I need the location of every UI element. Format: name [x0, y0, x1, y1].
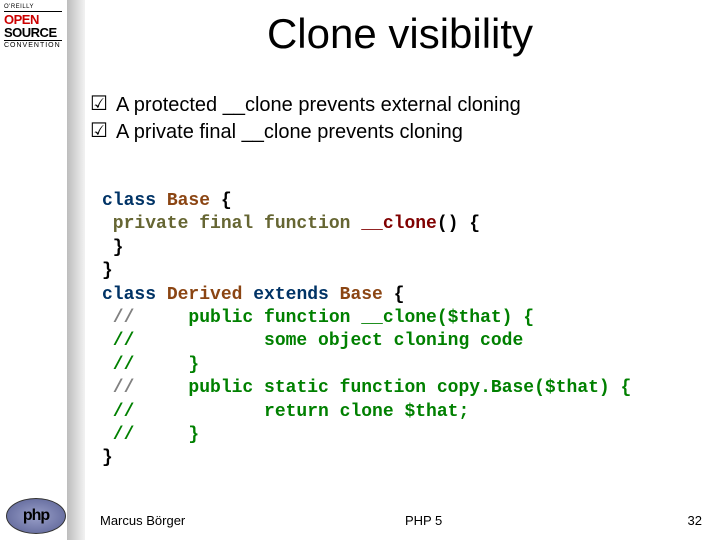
- code-token: // }: [102, 355, 199, 375]
- logo-rule-bottom: [4, 40, 62, 41]
- footer-page: 32: [662, 513, 702, 528]
- code-token: () {: [437, 214, 480, 234]
- code-block: class Base { private final function __cl…: [102, 190, 700, 471]
- slide: O'REILLY OPEN SOURCE CONVENTION Clone vi…: [0, 0, 720, 540]
- code-token: //: [102, 308, 188, 328]
- logo-source: SOURCE: [4, 25, 57, 40]
- oreilly-logo: O'REILLY OPEN SOURCE CONVENTION: [4, 4, 66, 49]
- code-token: //: [102, 378, 188, 398]
- php-ellipse: php: [6, 498, 66, 534]
- footer: Marcus Börger PHP 5 32: [100, 513, 702, 528]
- code-token: __clone: [361, 308, 437, 328]
- bullet-list: ☑A protected __clone prevents external c…: [88, 92, 700, 146]
- bullet-text: A private final __clone prevents cloning: [116, 119, 463, 146]
- php-text: php: [23, 507, 49, 525]
- bullet-text: A protected __clone prevents external cl…: [116, 92, 521, 119]
- code-token: extends: [253, 285, 339, 305]
- code-token: __clone: [361, 214, 437, 234]
- check-icon: ☑: [88, 119, 110, 143]
- code-line: // public static function copy.Base($tha…: [102, 377, 700, 400]
- code-line: // }: [102, 424, 700, 447]
- code-token: }: [102, 238, 124, 258]
- side-gradient: [67, 0, 85, 540]
- logo-convention: CONVENTION: [4, 42, 66, 49]
- code-line: class Base {: [102, 190, 700, 213]
- code-token: }: [102, 448, 113, 468]
- code-token: {: [394, 285, 405, 305]
- oreilly-small: O'REILLY: [4, 4, 66, 10]
- code-token: {: [221, 191, 232, 211]
- code-token: }: [102, 261, 113, 281]
- code-line: // some object cloning code: [102, 330, 700, 353]
- code-token: class: [102, 285, 167, 305]
- code-line: }: [102, 447, 700, 470]
- code-token: ($that) {: [437, 308, 534, 328]
- slide-title: Clone visibility: [90, 10, 710, 58]
- code-token: .: [480, 378, 491, 398]
- code-token: public function: [188, 308, 361, 328]
- code-token: copy: [437, 378, 480, 398]
- code-line: }: [102, 260, 700, 283]
- code-token: private final function: [102, 214, 361, 234]
- footer-center: PHP 5: [185, 513, 662, 528]
- check-icon: ☑: [88, 92, 110, 116]
- code-token: // }: [102, 425, 199, 445]
- code-token: ($that) {: [534, 378, 631, 398]
- code-line: }: [102, 237, 700, 260]
- code-line: private final function __clone() {: [102, 213, 700, 236]
- code-token: // some object cloning code: [102, 331, 523, 351]
- footer-author: Marcus Börger: [100, 513, 185, 528]
- bullet-row: ☑A protected __clone prevents external c…: [116, 92, 700, 119]
- code-line: // public function __clone($that) {: [102, 307, 700, 330]
- code-token: // return clone $that;: [102, 402, 469, 422]
- code-token: Base: [491, 378, 534, 398]
- code-token: class: [102, 191, 167, 211]
- code-line: // return clone $that;: [102, 401, 700, 424]
- code-line: class Derived extends Base {: [102, 284, 700, 307]
- code-token: Derived: [167, 285, 253, 305]
- code-line: // }: [102, 354, 700, 377]
- code-token: Base: [167, 191, 221, 211]
- php-logo: php: [6, 498, 64, 532]
- code-token: Base: [340, 285, 394, 305]
- bullet-row: ☑A private final __clone prevents clonin…: [116, 119, 700, 146]
- code-token: public static function: [188, 378, 436, 398]
